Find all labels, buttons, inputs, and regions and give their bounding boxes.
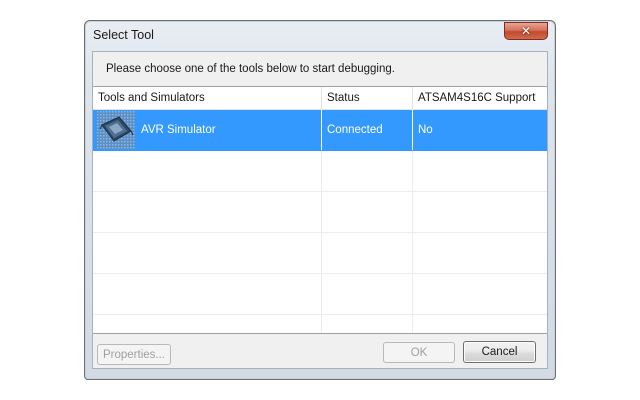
ok-button[interactable]: OK [383, 342, 455, 363]
empty-cell [322, 315, 413, 333]
empty-cell [322, 151, 413, 191]
column-header-support[interactable]: ATSAM4S16C Support [413, 87, 547, 109]
properties-button[interactable]: Properties... [97, 344, 171, 365]
empty-cell [413, 315, 547, 333]
close-button[interactable]: ✕ [504, 22, 548, 40]
empty-row [93, 233, 547, 274]
instruction-text: Please choose one of the tools below to … [106, 63, 395, 75]
status-cell: Connected [322, 110, 413, 150]
avr-simulator-chip-icon [97, 111, 135, 149]
empty-row [93, 192, 547, 233]
table-row-avr-simulator[interactable]: AVR Simulator Connected No [93, 110, 547, 151]
close-icon: ✕ [520, 24, 532, 38]
empty-cell [413, 233, 547, 273]
empty-cell [413, 192, 547, 232]
support-cell: No [418, 124, 433, 136]
select-tool-dialog: Select Tool ✕ Please choose one of the t… [84, 20, 556, 380]
page: Select Tool ✕ Please choose one of the t… [0, 0, 640, 400]
tool-cell: AVR Simulator [93, 110, 322, 150]
empty-cell [93, 151, 322, 191]
column-header-status[interactable]: Status [322, 87, 413, 109]
empty-row [93, 315, 547, 333]
window-title: Select Tool [93, 28, 154, 42]
title-bar[interactable]: Select Tool ✕ [85, 21, 555, 51]
empty-cell [93, 233, 322, 273]
empty-cell [413, 151, 547, 191]
empty-cell [413, 274, 547, 314]
empty-row [93, 274, 547, 315]
cancel-button[interactable]: Cancel [463, 341, 536, 363]
empty-cell [322, 233, 413, 273]
empty-cell [322, 192, 413, 232]
empty-cell [322, 274, 413, 314]
table-header: Tools and Simulators Status ATSAM4S16C S… [93, 87, 547, 110]
column-header-tools[interactable]: Tools and Simulators [93, 87, 322, 109]
empty-cell [93, 192, 322, 232]
dialog-body: Please choose one of the tools below to … [92, 51, 548, 369]
empty-cell [93, 315, 322, 333]
tool-name: AVR Simulator [141, 124, 216, 136]
empty-row [93, 151, 547, 192]
empty-cell [93, 274, 322, 314]
tools-list[interactable]: Tools and Simulators Status ATSAM4S16C S… [93, 86, 547, 334]
